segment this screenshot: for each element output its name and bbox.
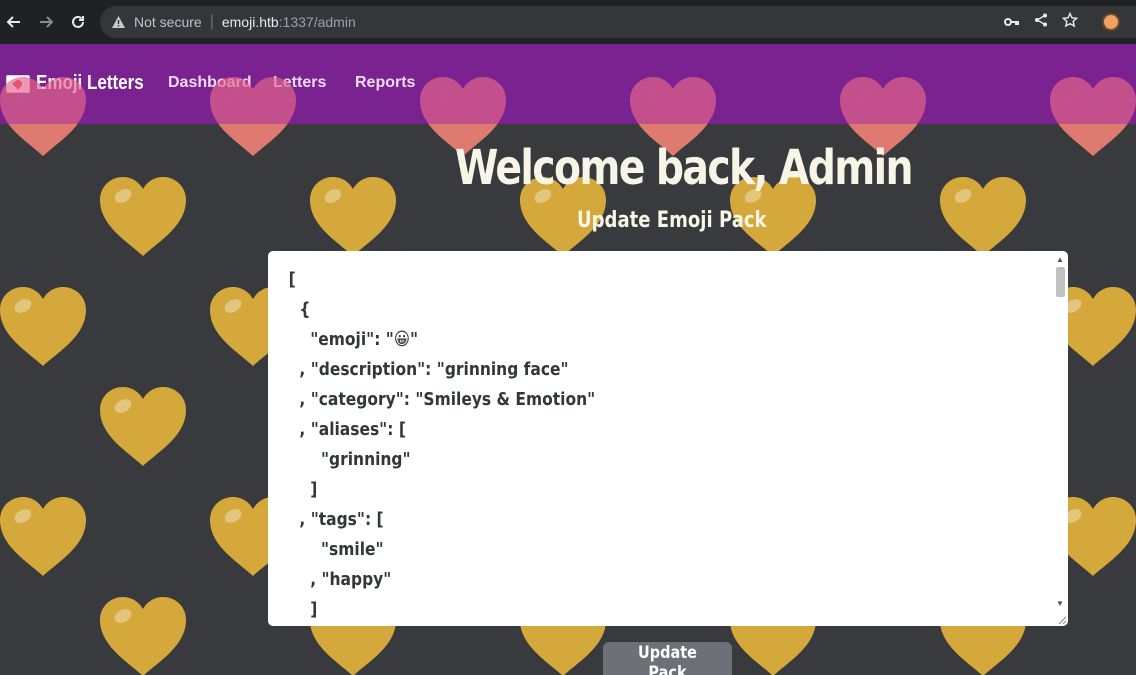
page-title: Welcome back, Admin [455,140,914,196]
address-bar[interactable]: Not secure | emoji.htb:1337/admin [100,6,1136,38]
url-host[interactable]: emoji.htb [222,14,279,30]
nav-dashboard[interactable]: Dashboard [168,74,252,92]
heart-icon [0,287,86,366]
update-pack-button[interactable]: Update Pack [603,642,732,675]
forward-arrow-icon[interactable] [32,8,60,36]
emoji-pack-editor[interactable]: [ { "emoji": "😀" , "description": "grinn… [268,251,1068,626]
love-letter-icon [6,74,30,93]
heart-icon [940,177,1026,256]
heart-icon [100,387,186,466]
section-title: Update Emoji Pack [577,208,767,233]
heart-icon [100,177,186,256]
share-icon[interactable] [1034,13,1048,31]
update-pack-label: Update Pack [638,643,697,675]
brand[interactable]: Emoji Letters [6,72,163,95]
editor-text[interactable]: [ { "emoji": "😀" , "description": "grinn… [268,251,956,625]
heart-icon [310,177,396,256]
browser-toolbar: Not secure | emoji.htb:1337/admin [0,0,1136,44]
scroll-thumb[interactable] [1056,267,1065,297]
app-navbar: Emoji Letters Dashboard Letters Reports [0,44,1136,124]
security-label[interactable]: Not secure [134,14,202,30]
brand-name: Emoji Letters [36,72,144,94]
extension-icon[interactable] [1102,13,1120,31]
editor-scrollbar[interactable]: ▲ ▼ [1055,255,1065,608]
back-arrow-icon[interactable] [0,8,28,36]
warning-icon[interactable] [110,14,126,30]
star-icon[interactable] [1061,11,1079,32]
url-path[interactable]: :1337/admin [279,14,356,30]
divider: | [209,13,214,30]
resize-handle-icon[interactable] [1057,615,1067,625]
reload-icon[interactable] [64,8,92,36]
nav-reports[interactable]: Reports [355,74,415,92]
heart-icon [100,597,186,675]
heart-icon [0,497,86,576]
nav-letters[interactable]: Letters [273,74,326,92]
key-icon[interactable] [1004,14,1020,31]
scroll-up-icon[interactable]: ▲ [1056,255,1064,264]
scroll-down-icon[interactable]: ▼ [1056,599,1064,608]
